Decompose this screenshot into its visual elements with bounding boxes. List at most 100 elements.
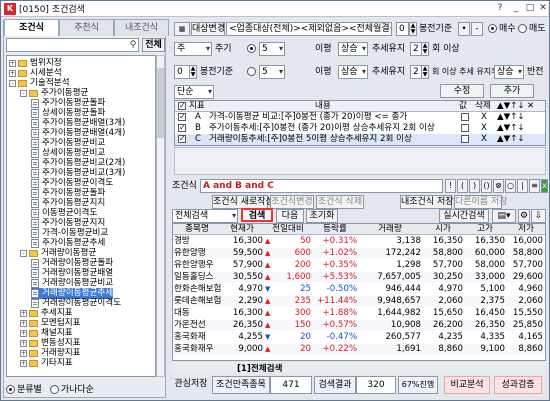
- next-button[interactable]: 다음: [276, 209, 304, 223]
- new-expression-button[interactable]: 조건식 새로작성: [212, 195, 274, 209]
- offset-spin[interactable]: ▲ ▼: [189, 65, 197, 79]
- stock-name[interactable]: 경방: [174, 236, 218, 247]
- row1-radio[interactable]: [247, 42, 258, 56]
- pipe-button[interactable]: |: [517, 179, 528, 193]
- close-icon[interactable]: ✕: [536, 2, 550, 14]
- expand-icon[interactable]: +: [20, 350, 27, 357]
- grid-options-icon[interactable]: ▤▾: [492, 209, 516, 223]
- ma-type-select[interactable]: 단순: [174, 85, 214, 99]
- condition-row[interactable]: A 가격-이동평균 비교:[주]0봉전 (종가 20)이평 <= 종가 X ▲▼↑↓: [175, 111, 545, 123]
- stock-name[interactable]: 홍국화재: [174, 332, 218, 343]
- collapse-icon[interactable]: -: [9, 80, 16, 87]
- not-button[interactable]: !: [445, 179, 456, 193]
- change-expression-button[interactable]: 조건식변경: [270, 195, 314, 209]
- condition-move-icons[interactable]: ▲▼↑↓: [497, 134, 525, 145]
- stock-name[interactable]: 일동홀딩스: [174, 272, 218, 283]
- stock-name[interactable]: 유한양행: [174, 248, 218, 259]
- paren-both-button[interactable]: (): [481, 179, 492, 193]
- buy-radio[interactable]: 매수: [488, 22, 516, 36]
- delete-expression-button[interactable]: 조건식 삭제: [316, 195, 364, 209]
- tree-folder[interactable]: + 기타지표: [20, 358, 73, 369]
- expand-icon[interactable]: +: [20, 310, 27, 317]
- condition-move-icons[interactable]: ▲▼↑↓: [497, 112, 525, 123]
- condition-delete[interactable]: X: [481, 123, 487, 134]
- tree-search-input[interactable]: [6, 38, 139, 52]
- paren-open-button[interactable]: (: [457, 179, 468, 193]
- row2-after-select[interactable]: 상승: [494, 65, 524, 79]
- verify-button[interactable]: 성과검증: [494, 376, 542, 394]
- row2-radio[interactable]: [247, 65, 258, 79]
- row1-ma-select[interactable]: 5: [259, 42, 285, 56]
- dot-button[interactable]: •: [458, 22, 470, 36]
- expression-input[interactable]: A and B and C: [200, 179, 443, 193]
- expand-icon[interactable]: +: [20, 330, 27, 337]
- add-button[interactable]: 추가: [490, 84, 534, 98]
- realtime-search-button[interactable]: 실시간검색: [439, 209, 489, 223]
- save-as-button[interactable]: 다른이름 저장: [454, 195, 508, 209]
- row2-trend-select[interactable]: 상승: [338, 65, 368, 79]
- help-icon[interactable]: ?: [493, 2, 507, 14]
- paren-close-button[interactable]: ): [469, 179, 480, 193]
- stock-name[interactable]: 홍국화재우: [174, 344, 218, 355]
- collapse-icon[interactable]: -: [20, 90, 27, 97]
- scroll-thumb[interactable]: [157, 68, 164, 138]
- expand-icon[interactable]: +: [20, 320, 27, 327]
- expand-icon[interactable]: +: [9, 60, 16, 67]
- row2-count-spin[interactable]: ▲ ▼: [421, 65, 429, 79]
- all-button[interactable]: 전체: [142, 38, 165, 52]
- condition-row[interactable]: B 주가이동추세:[주]0봉전 (종가 20)이평 상승추세유지 2회 이상 X ▲▼…: [175, 122, 545, 134]
- search-icon[interactable]: ⚲: [127, 39, 139, 51]
- condition-move-icons[interactable]: ▲▼↑↓: [497, 123, 525, 134]
- export-icon[interactable]: ⇩: [531, 209, 546, 223]
- target-menu-icon[interactable]: ▦: [174, 22, 190, 36]
- tab-condition[interactable]: 조건식: [4, 19, 59, 36]
- row1-count-spin[interactable]: ▲ ▼: [421, 42, 429, 56]
- condition-value-checkbox[interactable]: [461, 124, 469, 132]
- collapse-icon[interactable]: -: [20, 250, 27, 257]
- condition-checkbox[interactable]: [178, 111, 186, 122]
- table-row[interactable]: 한화손해보험 4,970 ▼ 25 -0.50% 946,444 4,970 5,100 4,9…: [173, 284, 545, 295]
- tab-recommend[interactable]: 추천식: [59, 19, 114, 36]
- search-button[interactable]: 검색: [241, 208, 273, 222]
- condition-row[interactable]: C 거래량이동추세:[주]0봉전 5이평 상승추세유지 2회 이상 X ▲▼↑↓: [175, 133, 545, 145]
- expand-icon[interactable]: +: [9, 70, 16, 77]
- stock-name[interactable]: 유한양행우: [174, 260, 218, 271]
- period-offset-input[interactable]: 0: [396, 22, 409, 36]
- maximize-icon[interactable]: □: [523, 2, 537, 14]
- table-row[interactable]: 홍국화재 4,255 ▼ 20 -0.47% 260,577 4,235 4,335 4,165: [173, 332, 545, 343]
- or-button[interactable]: ○: [505, 179, 516, 193]
- stock-name[interactable]: 한화손해보험: [174, 284, 221, 295]
- stock-name[interactable]: 대동: [174, 308, 218, 319]
- fold-button[interactable]: ≡: [529, 179, 540, 193]
- table-row[interactable]: 일동홀딩스 30,550 ▲ 1,600 +5.53% 7,657,005 30,250 33…: [173, 272, 545, 283]
- table-row[interactable]: 롯데손해보험 2,290 ▲ 235 +11.44% 9,948,657 2,060 2,37…: [173, 296, 545, 307]
- sort-by-category[interactable]: 분류별: [6, 382, 42, 395]
- reset-button[interactable]: 초기화: [306, 209, 338, 223]
- save-to-watchlist[interactable]: 관심저장: [172, 376, 210, 394]
- condition-delete[interactable]: X: [481, 112, 487, 123]
- xor-button[interactable]: ⊗: [493, 179, 504, 193]
- col-move[interactable]: ▲▼↑↓: [497, 101, 525, 112]
- row2-ma-select[interactable]: 5: [259, 65, 285, 79]
- condition-value-checkbox[interactable]: [461, 135, 469, 143]
- table-row[interactable]: 홍국화재우 9,000 ▲ 20 +0.22% 1,691 8,860 9,100 8,860: [173, 344, 545, 355]
- result-tab-all[interactable]: [1]전체검색: [237, 362, 282, 374]
- minimize-icon[interactable]: _: [509, 2, 523, 14]
- expand-icon[interactable]: +: [20, 340, 27, 347]
- expand-icon[interactable]: +: [20, 360, 27, 367]
- offset-input[interactable]: 0: [174, 65, 190, 79]
- frequency-select[interactable]: 주: [174, 42, 212, 56]
- table-row[interactable]: 유한양행 59,500 ▲ 600 +1.02% 172,242 58,800 60,000 5…: [173, 248, 545, 259]
- edit-button[interactable]: 수정: [440, 84, 484, 98]
- search-scope-select[interactable]: 전체검색: [172, 209, 238, 223]
- tree-scrollbar[interactable]: [156, 55, 165, 377]
- excel-icon[interactable]: x: [541, 179, 548, 193]
- save-my-condition-button[interactable]: 내조건식 저장: [400, 195, 454, 209]
- sell-radio[interactable]: 매도: [518, 22, 546, 36]
- minus-button[interactable]: -: [471, 22, 483, 36]
- compare-button[interactable]: 비교분석: [444, 376, 490, 394]
- table-row[interactable]: 대동 16,300 ▲ 300 +1.88% 1,644,982 15,650 16,450 1…: [173, 308, 545, 319]
- period-spin[interactable]: ▲ ▼: [409, 22, 417, 36]
- row1-trend-select[interactable]: 상승: [338, 42, 368, 56]
- table-row[interactable]: 유한양행우 57,900 ▲ 200 +0.35% 1,298 57,700 58,000 57…: [173, 260, 545, 271]
